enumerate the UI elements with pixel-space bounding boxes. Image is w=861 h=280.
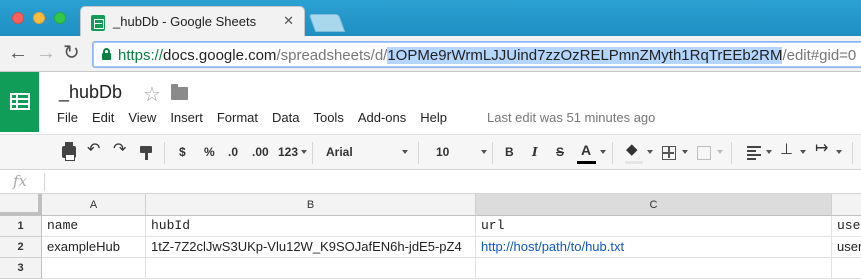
close-window-icon[interactable] xyxy=(12,12,24,24)
document-title[interactable]: _hubDb xyxy=(59,82,122,103)
last-edit-status[interactable]: Last edit was 51 minutes ago xyxy=(487,110,655,125)
row-header-1[interactable]: 1 xyxy=(0,216,42,237)
print-icon[interactable] xyxy=(62,142,76,161)
strikethrough-button[interactable]: S xyxy=(556,144,564,160)
cell-c2[interactable]: http://host/path/to/hub.txt xyxy=(476,237,832,258)
star-icon[interactable]: ☆ xyxy=(143,82,161,107)
url-selected-id: 1OPMe9rWrmLJJUind7zzOzRELPmnZMyth1RqTrEE… xyxy=(387,47,783,64)
address-bar[interactable]: https://docs.google.com/spreadsheets/d/1… xyxy=(93,42,861,67)
cell-c1[interactable]: url xyxy=(476,216,832,237)
decrease-decimal-button[interactable]: .0 xyxy=(228,144,238,160)
menu-format[interactable]: Format xyxy=(210,108,265,128)
lock-icon xyxy=(102,48,111,60)
cell-a1[interactable]: name xyxy=(42,216,146,237)
browser-toolbar: ← → ↻ https://docs.google.com/spreadshee… xyxy=(0,36,861,72)
menu-file[interactable]: File xyxy=(50,108,85,128)
percent-format-button[interactable]: % xyxy=(204,144,215,160)
menu-data[interactable]: Data xyxy=(265,108,306,128)
url-host: docs.google.com xyxy=(163,47,277,64)
forward-icon[interactable]: → xyxy=(36,43,56,63)
url-scheme: https:// xyxy=(118,47,164,64)
spreadsheet-grid: A B C 1 name hubId url user 2 exampleHub… xyxy=(0,194,861,280)
formula-input[interactable] xyxy=(50,170,855,193)
redo-icon[interactable]: ↷ xyxy=(113,142,126,158)
font-family-select[interactable]: Arial xyxy=(326,144,353,160)
borders-icon[interactable] xyxy=(662,146,676,160)
url-path: /spreadsheets/d/ xyxy=(276,47,388,64)
column-header-d[interactable] xyxy=(832,194,861,216)
menu-bar: File Edit View Insert Format Data Tools Add-ons… xyxy=(50,108,454,128)
maximize-window-icon[interactable] xyxy=(54,12,66,24)
column-header-b[interactable]: B xyxy=(146,194,476,216)
tab-title: _hubDb - Google Sheets xyxy=(113,14,257,29)
cell-b2[interactable]: 1tZ-7Z2clJwS3UKp-Vlu12W_K9SOJafEN6h-jdE5… xyxy=(146,237,476,258)
reload-icon[interactable]: ↻ xyxy=(63,43,80,63)
row-header-3[interactable]: 3 xyxy=(0,258,42,279)
text-wrapping-icon[interactable]: ↦ xyxy=(815,141,828,157)
italic-button[interactable]: I xyxy=(532,144,538,160)
row-header-2[interactable]: 2 xyxy=(0,237,42,258)
sheets-grid-icon xyxy=(10,93,30,110)
more-formats-button[interactable]: 123 xyxy=(278,144,298,160)
folder-icon[interactable] xyxy=(171,84,188,100)
menu-tools[interactable]: Tools xyxy=(306,108,350,128)
menu-edit[interactable]: Edit xyxy=(85,108,121,128)
select-all-corner[interactable] xyxy=(0,194,42,216)
formula-bar: fx xyxy=(0,170,861,194)
merge-cells-icon[interactable] xyxy=(697,146,711,160)
new-tab-button[interactable] xyxy=(308,14,346,32)
url-suffix: /edit#gid=0 xyxy=(782,47,857,64)
column-header-c[interactable]: C xyxy=(476,194,832,216)
cell-a2[interactable]: exampleHub xyxy=(42,237,146,258)
cell-d2[interactable]: user xyxy=(832,237,861,258)
cell-d1[interactable]: user xyxy=(832,216,861,237)
function-icon: fx xyxy=(13,172,28,190)
menu-view[interactable]: View xyxy=(121,108,163,128)
currency-format-button[interactable]: $ xyxy=(179,144,186,160)
sheets-logo[interactable] xyxy=(0,72,39,132)
cell-a3[interactable] xyxy=(42,258,146,279)
tab-close-icon[interactable]: ✕ xyxy=(283,13,294,29)
menu-addons[interactable]: Add-ons xyxy=(351,108,413,128)
sheets-favicon-icon xyxy=(91,15,105,31)
undo-icon[interactable]: ↶ xyxy=(87,142,100,158)
vertical-align-icon[interactable]: ⊥ xyxy=(780,142,793,158)
increase-decimal-button[interactable]: .00 xyxy=(252,144,269,160)
cell-b3[interactable] xyxy=(146,258,476,279)
menu-help[interactable]: Help xyxy=(413,108,454,128)
url-text: https://docs.google.com/spreadsheets/d/1… xyxy=(118,47,856,64)
browser-tab[interactable]: _hubDb - Google Sheets ✕ xyxy=(80,6,305,37)
column-header-a[interactable]: A xyxy=(42,194,146,216)
paint-format-icon[interactable] xyxy=(140,146,152,160)
back-icon[interactable]: ← xyxy=(8,43,28,63)
bold-button[interactable]: B xyxy=(505,144,514,160)
browser-titlebar: _hubDb - Google Sheets ✕ xyxy=(0,0,861,37)
font-size-select[interactable]: 10 xyxy=(436,144,449,160)
fill-color-icon[interactable]: ◆ xyxy=(626,142,638,158)
minimize-window-icon[interactable] xyxy=(33,12,45,24)
text-color-button[interactable]: A xyxy=(581,142,591,158)
cell-d3[interactable] xyxy=(832,258,861,279)
menu-insert[interactable]: Insert xyxy=(163,108,210,128)
horizontal-align-icon[interactable] xyxy=(747,146,761,160)
cell-c3[interactable] xyxy=(476,258,832,279)
cell-b1[interactable]: hubId xyxy=(146,216,476,237)
formatting-toolbar: ↶ ↷ $ % .0 .00 123 Arial 10 B I S A ◆ ⊥ … xyxy=(0,134,861,170)
